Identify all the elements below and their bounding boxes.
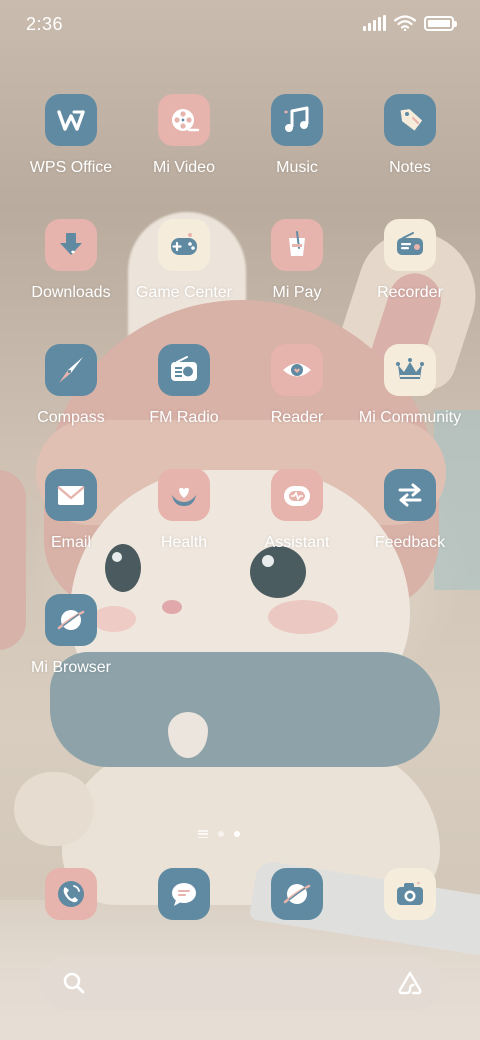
camera-icon[interactable] xyxy=(384,868,436,920)
dock-camera[interactable] xyxy=(384,868,436,920)
app-label: Health xyxy=(160,534,208,551)
envelope-icon[interactable] xyxy=(45,469,97,521)
film-reel-icon[interactable] xyxy=(158,94,210,146)
app-mi-browser[interactable]: Mi Browser xyxy=(16,594,126,694)
message-bubble-icon[interactable] xyxy=(158,868,210,920)
page-dot xyxy=(218,831,224,837)
page-indicator[interactable] xyxy=(198,830,240,838)
app-label: Email xyxy=(50,534,91,551)
crown-icon[interactable] xyxy=(384,344,436,396)
app-fm-radio[interactable]: FM Radio xyxy=(129,344,239,444)
app-reader[interactable]: Reader xyxy=(242,344,352,444)
radio-icon[interactable] xyxy=(158,344,210,396)
app-label: Music xyxy=(276,159,318,176)
app-assistant[interactable]: Assistant xyxy=(242,469,352,569)
app-label: Mi Browser xyxy=(30,659,111,676)
app-email[interactable]: Email xyxy=(16,469,126,569)
planet-icon[interactable] xyxy=(45,594,97,646)
app-label: Game Center xyxy=(135,284,233,301)
cup-icon[interactable] xyxy=(271,219,323,271)
app-recorder[interactable]: Recorder xyxy=(355,219,465,319)
compass-needle-icon[interactable] xyxy=(45,344,97,396)
browser-planet-icon[interactable] xyxy=(271,868,323,920)
search-bar[interactable] xyxy=(40,956,442,1010)
app-label: Compass xyxy=(37,409,105,426)
status-icons xyxy=(363,15,457,31)
app-label: Reader xyxy=(270,409,324,426)
app-mi-community[interactable]: Mi Community xyxy=(355,344,465,444)
page-dot-active xyxy=(234,831,240,837)
tag-icon[interactable] xyxy=(384,94,436,146)
assistant-robot-icon[interactable] xyxy=(271,469,323,521)
status-bar: 2:36 xyxy=(0,0,480,50)
app-mi-pay[interactable]: Mi Pay xyxy=(242,219,352,319)
dock-browser-planet[interactable] xyxy=(271,868,323,920)
gamepad-icon[interactable] xyxy=(158,219,210,271)
download-arrow-icon[interactable] xyxy=(45,219,97,271)
feed-page-icon xyxy=(198,830,208,838)
app-game-center[interactable]: Game Center xyxy=(129,219,239,319)
dock-message-bubble[interactable] xyxy=(158,868,210,920)
eye-icon[interactable] xyxy=(271,344,323,396)
signal-icon xyxy=(363,15,386,31)
app-label: Notes xyxy=(389,159,431,176)
app-label: Mi Community xyxy=(358,409,462,426)
search-icon[interactable] xyxy=(62,971,86,995)
app-label: Mi Pay xyxy=(272,284,322,301)
battery-icon xyxy=(424,15,457,31)
app-label: Mi Video xyxy=(153,159,215,176)
wifi-icon xyxy=(394,15,416,31)
app-music[interactable]: Music xyxy=(242,94,352,194)
app-label: Downloads xyxy=(31,284,111,301)
app-label: WPS Office xyxy=(29,159,113,176)
app-feedback[interactable]: Feedback xyxy=(355,469,465,569)
heart-hands-icon[interactable] xyxy=(158,469,210,521)
app-compass[interactable]: Compass xyxy=(16,344,126,444)
wps-office-icon[interactable] xyxy=(45,94,97,146)
app-label: Feedback xyxy=(374,534,446,551)
app-health[interactable]: Health xyxy=(129,469,239,569)
assistant-logo-icon[interactable] xyxy=(396,970,424,996)
app-downloads[interactable]: Downloads xyxy=(16,219,126,319)
recorder-icon[interactable] xyxy=(384,219,436,271)
app-mi-video[interactable]: Mi Video xyxy=(129,94,239,194)
music-note-icon[interactable] xyxy=(271,94,323,146)
status-time: 2:36 xyxy=(26,14,64,34)
app-label: FM Radio xyxy=(149,409,219,426)
app-wps-office[interactable]: WPS Office xyxy=(16,94,126,194)
app-notes[interactable]: Notes xyxy=(355,94,465,194)
app-label: Recorder xyxy=(377,284,443,301)
dock-phone[interactable] xyxy=(45,868,97,920)
swap-arrows-icon[interactable] xyxy=(384,469,436,521)
phone-icon[interactable] xyxy=(45,868,97,920)
app-label: Assistant xyxy=(264,534,330,551)
